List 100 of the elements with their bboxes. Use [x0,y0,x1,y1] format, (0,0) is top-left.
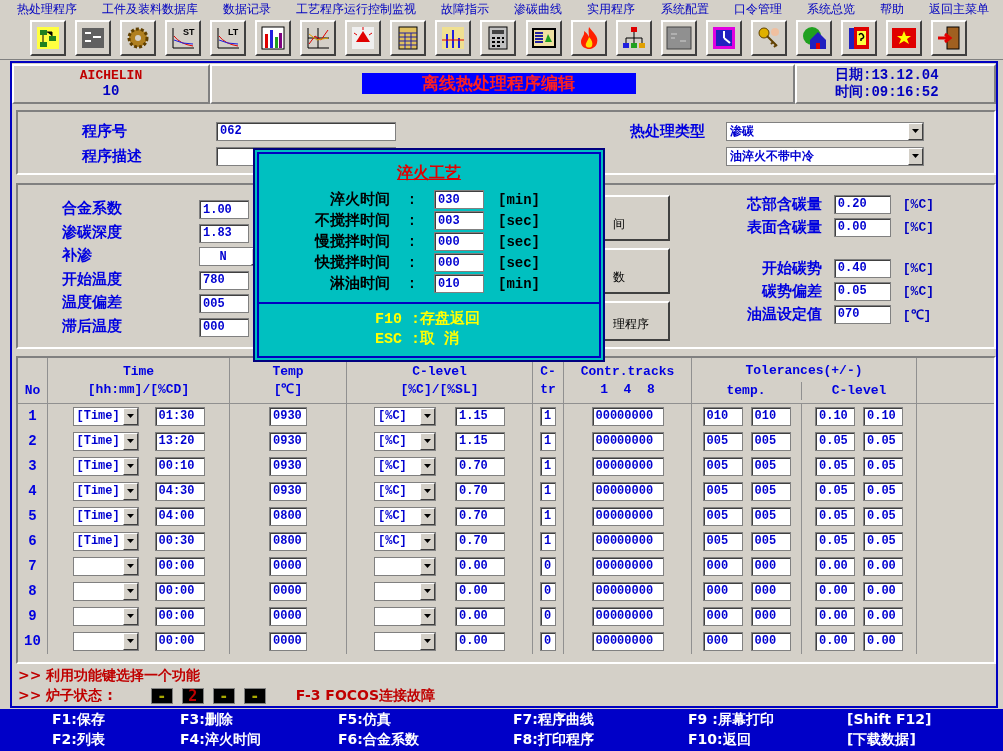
input-field[interactable]: 0.10 [863,406,903,426]
dropdown[interactable]: [Time] [72,406,139,426]
input-field[interactable]: 0.00 [455,581,505,601]
dropdown[interactable] [374,581,436,601]
input-field[interactable]: 005 [750,531,791,551]
input-field[interactable]: 0800 [269,506,307,526]
toolbar-button[interactable] [930,20,967,56]
input-field[interactable]: 0000 [269,606,307,626]
input-field[interactable]: 0.10 [815,406,855,426]
dropdown-button[interactable] [122,482,138,500]
dropdown[interactable]: [%C] [374,431,436,451]
input-field[interactable]: 0.00 [455,631,505,651]
input-field[interactable]: 1.83 [199,223,249,243]
input-field[interactable]: 0800 [269,531,307,551]
toolbar-button[interactable] [120,20,157,56]
input-field[interactable]: 000 [434,253,484,272]
dropdown[interactable] [72,581,139,601]
input-field[interactable]: 0.20 [833,194,891,214]
input-field[interactable]: 000 [702,556,743,576]
input-field[interactable]: 000 [434,232,484,251]
input-field[interactable]: 04:00 [154,506,205,526]
input-field[interactable]: 00:00 [154,581,205,601]
input-field[interactable]: 1.00 [199,200,249,220]
input-field[interactable]: 0.00 [815,631,855,651]
input-field[interactable]: 010 [702,406,743,426]
input-field[interactable]: 00:30 [154,531,205,551]
menu-item[interactable]: 热处理程序 [17,0,77,18]
input-field[interactable]: 010 [750,406,791,426]
input-field[interactable]: 000 [702,606,743,626]
dropdown-button[interactable] [122,632,138,650]
dropdown-button[interactable] [122,607,138,625]
dropdown-button[interactable] [122,457,138,475]
dropdown-button[interactable] [122,582,138,600]
input-field[interactable]: 1 [540,406,556,426]
input-field[interactable]: 0.40 [833,258,891,278]
input-field[interactable]: 0.05 [863,506,903,526]
toolbar-button[interactable] [30,20,66,56]
input-field[interactable]: 00000000 [591,506,664,526]
toolbar-button[interactable] [570,20,607,56]
dropdown-button[interactable] [420,607,435,625]
input-field[interactable]: 000 [750,581,791,601]
input-field[interactable]: 0.05 [863,531,903,551]
input-field[interactable]: 0000 [269,631,307,651]
input-field[interactable]: 00:00 [154,556,205,576]
dropdown[interactable]: 渗碳 [726,121,924,141]
dropdown-button[interactable] [420,482,435,500]
toolbar-button[interactable] [885,20,922,56]
dropdown-button[interactable] [420,632,435,650]
input-field[interactable]: 0000 [269,556,307,576]
dropdown[interactable]: [Time] [72,481,139,501]
input-field[interactable]: 00000000 [591,406,664,426]
menu-item[interactable]: 帮助 [879,0,904,18]
input-field[interactable]: 0.00 [815,581,855,601]
dropdown[interactable]: [%C] [374,481,436,501]
input-field[interactable]: 0.05 [815,506,855,526]
input-field[interactable]: 005 [750,481,791,501]
dropdown[interactable]: [Time] [72,456,139,476]
toolbar-button[interactable] [390,20,427,56]
dropdown[interactable]: [%C] [374,531,436,551]
toolbar-button[interactable] [435,20,472,56]
input-field[interactable]: 000 [750,556,791,576]
dropdown[interactable]: [Time] [72,531,139,551]
toolbar-button[interactable]: ST [165,20,202,56]
input-field[interactable]: 0.05 [815,456,855,476]
dropdown-button[interactable] [420,457,435,475]
input-field[interactable]: 1 [540,531,556,551]
input-field[interactable]: 0.05 [863,481,903,501]
toolbar-button[interactable] [795,20,832,56]
input-field[interactable]: 005 [199,294,249,314]
input-field[interactable]: 0.05 [815,531,855,551]
toolbar-button[interactable] [750,20,787,56]
input-field[interactable]: 0.70 [455,481,505,501]
dropdown-button[interactable] [122,557,138,575]
dropdown-button[interactable] [908,147,923,165]
dropdown[interactable] [72,556,139,576]
input-field[interactable]: 0 [540,631,556,651]
input-field[interactable]: 0.00 [863,631,903,651]
input-field[interactable]: 0 [540,606,556,626]
input-field[interactable]: 00:10 [154,456,205,476]
input-field[interactable]: 005 [702,531,743,551]
toolbar-button[interactable]: LT [210,20,247,56]
dropdown-button[interactable] [122,532,138,550]
dropdown-button[interactable] [122,432,138,450]
input-field[interactable]: 04:30 [154,481,205,501]
dropdown-button[interactable] [420,432,435,450]
input-field[interactable]: 0 [540,556,556,576]
toolbar-button[interactable] [660,20,697,56]
input-field[interactable]: 00000000 [591,631,664,651]
toolbar-button[interactable] [255,20,292,56]
toolbar-button[interactable] [480,20,517,56]
input-field[interactable]: 0.00 [815,606,855,626]
input-field[interactable]: 005 [702,431,743,451]
input-field[interactable]: 0.05 [833,281,891,301]
dropdown-button[interactable] [420,507,435,525]
input-field[interactable]: 0 [540,581,556,601]
input-field[interactable]: 0.05 [815,431,855,451]
input-field[interactable]: 0.00 [863,606,903,626]
input-field[interactable]: 00:00 [154,606,205,626]
input-field[interactable]: 0.00 [833,217,891,237]
menu-item[interactable]: 工艺程序运行控制监视 [296,0,417,18]
